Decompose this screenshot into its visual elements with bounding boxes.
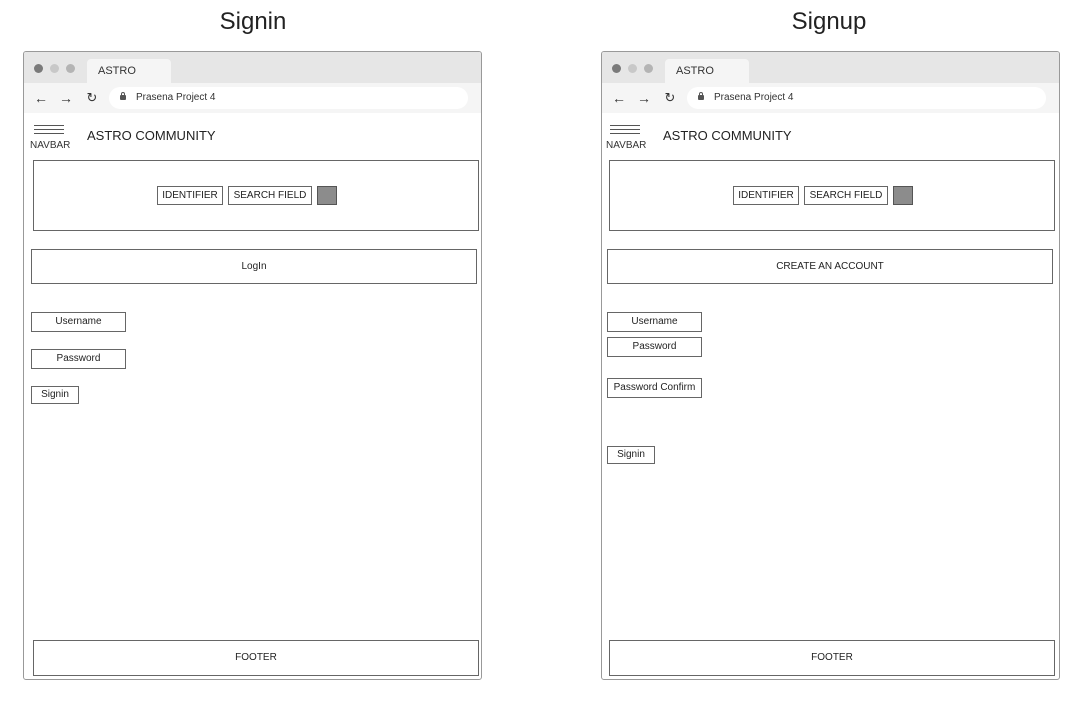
browser-address-bar: ← → ↻ Prasena Project 4 — [24, 83, 481, 113]
arrow-left-icon[interactable]: ← — [612, 91, 626, 105]
browser-address-bar: ← → ↻ Prasena Project 4 — [602, 83, 1059, 113]
browser-tab[interactable]: ASTRO — [665, 59, 749, 83]
header-search-panel: IDENTIFIER SEARCH FIELD — [609, 160, 1055, 231]
footer: FOOTER — [609, 640, 1055, 676]
signin-browser-window: ASTRO ← → ↻ Prasena Project 4 NAVBAR AST… — [23, 51, 482, 680]
navbar-label: NAVBAR — [30, 140, 71, 151]
hamburger-menu-icon[interactable] — [610, 125, 640, 135]
identifier-button[interactable]: IDENTIFIER — [733, 186, 799, 205]
url-field[interactable]: Prasena Project 4 — [109, 87, 468, 109]
password-field[interactable]: Password — [607, 337, 702, 357]
identifier-button[interactable]: IDENTIFIER — [157, 186, 223, 205]
header-search-panel: IDENTIFIER SEARCH FIELD — [33, 160, 479, 231]
hamburger-menu-icon[interactable] — [34, 125, 64, 135]
url-text: Prasena Project 4 — [714, 92, 794, 103]
signin-button[interactable]: Signin — [31, 386, 79, 404]
footer-label: FOOTER — [811, 652, 853, 663]
arrow-right-icon[interactable]: → — [59, 91, 73, 105]
url-text: Prasena Project 4 — [136, 92, 216, 103]
password-field[interactable]: Password — [31, 349, 126, 369]
lock-icon — [698, 92, 704, 100]
create-account-banner-label: CREATE AN ACCOUNT — [776, 261, 884, 272]
browser-tab[interactable]: ASTRO — [87, 59, 171, 83]
footer-label: FOOTER — [235, 652, 277, 663]
signup-frame-title: Signup — [791, 8, 867, 35]
username-field[interactable]: Username — [607, 312, 702, 332]
search-field[interactable]: SEARCH FIELD — [228, 186, 312, 205]
password-confirm-field[interactable]: Password Confirm — [607, 378, 702, 398]
reload-icon[interactable]: ↻ — [663, 91, 677, 105]
search-field[interactable]: SEARCH FIELD — [804, 186, 888, 205]
signin-frame-title: Signin — [219, 8, 287, 35]
signin-button[interactable]: Signin — [607, 446, 655, 464]
brand-title: ASTRO COMMUNITY — [87, 128, 216, 143]
create-account-banner: CREATE AN ACCOUNT — [607, 249, 1053, 284]
login-banner-label: LogIn — [241, 261, 267, 272]
window-minimize-dot[interactable] — [50, 64, 59, 73]
reload-icon[interactable]: ↻ — [85, 91, 99, 105]
url-field[interactable]: Prasena Project 4 — [687, 87, 1046, 109]
window-maximize-dot[interactable] — [644, 64, 653, 73]
signup-browser-window: ASTRO ← → ↻ Prasena Project 4 NAVBAR AST… — [601, 51, 1060, 680]
browser-tab-bar: ASTRO — [602, 52, 1059, 83]
browser-tab-bar: ASTRO — [24, 52, 481, 83]
username-field[interactable]: Username — [31, 312, 126, 332]
window-maximize-dot[interactable] — [66, 64, 75, 73]
login-banner: LogIn — [31, 249, 477, 284]
window-minimize-dot[interactable] — [628, 64, 637, 73]
search-submit-button[interactable] — [893, 186, 913, 205]
brand-title: ASTRO COMMUNITY — [663, 128, 792, 143]
lock-icon — [120, 92, 126, 100]
search-submit-button[interactable] — [317, 186, 337, 205]
window-close-dot[interactable] — [612, 64, 621, 73]
footer: FOOTER — [33, 640, 479, 676]
window-close-dot[interactable] — [34, 64, 43, 73]
arrow-left-icon[interactable]: ← — [34, 91, 48, 105]
navbar-label: NAVBAR — [606, 140, 647, 151]
arrow-right-icon[interactable]: → — [637, 91, 651, 105]
